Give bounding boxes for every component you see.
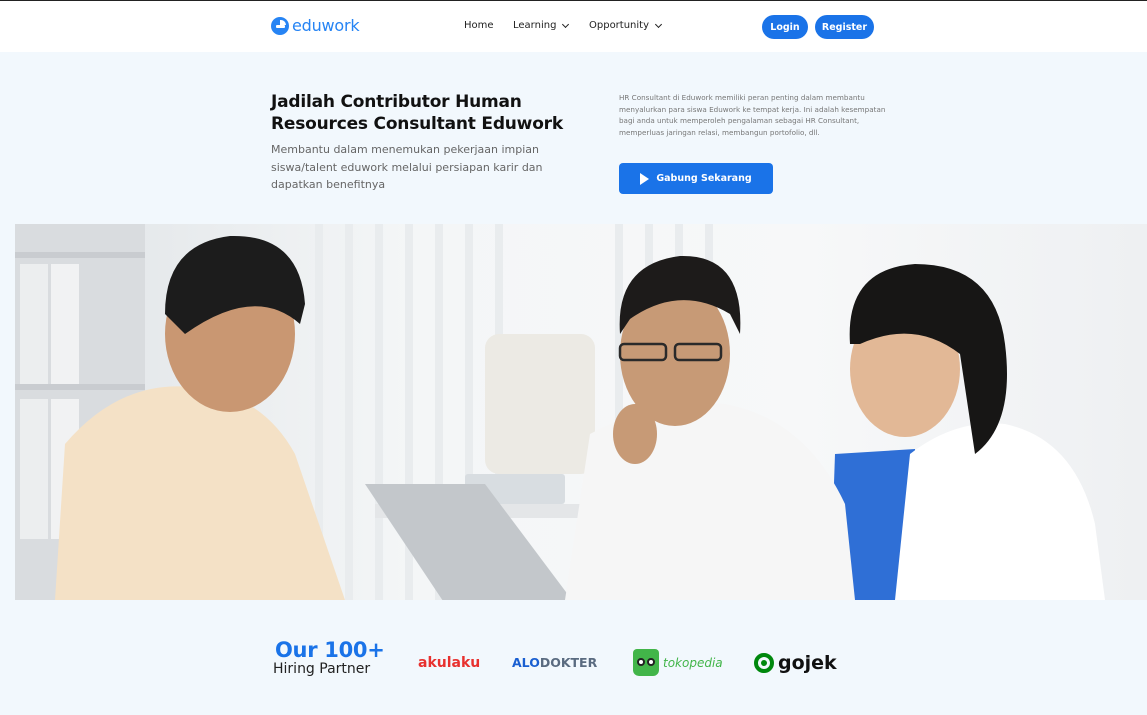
nav-home-label: Home: [464, 20, 494, 31]
tokopedia-wordmark: tokopedia: [663, 655, 723, 670]
partner-count: Our 100+: [275, 638, 385, 662]
alodokter-wordmark-a: ALO: [512, 655, 540, 670]
alodokter-logo: ALODOKTER: [512, 655, 597, 670]
chevron-down-icon: [562, 20, 570, 28]
logo-text: eduwork: [292, 16, 360, 35]
gojek-wordmark: gojek: [778, 652, 837, 674]
hero-photo: [15, 224, 1147, 600]
join-now-label: Gabung Sekarang: [656, 173, 752, 184]
nav-home[interactable]: Home: [464, 20, 494, 31]
nav-learning-label: Learning: [513, 20, 557, 31]
tokopedia-bag-icon: [633, 649, 659, 676]
partner-label: Hiring Partner: [273, 661, 371, 677]
login-button[interactable]: Login: [762, 15, 808, 39]
chevron-down-icon: [654, 20, 663, 28]
office-meeting-illustration: [15, 224, 1147, 600]
hero-description: HR Consultant di Eduwork memiliki peran …: [619, 93, 886, 138]
register-button[interactable]: Register: [815, 15, 874, 39]
akulaku-logo: akulaku: [418, 655, 480, 671]
gojek-icon: [754, 653, 774, 673]
akulaku-wordmark: akulaku: [418, 655, 481, 671]
top-navbar: eduwork Home Learning Opportunity Login …: [0, 0, 1147, 52]
alodokter-wordmark-b: DOKTER: [539, 655, 598, 670]
eduwork-logo-icon: [271, 16, 289, 35]
nav-opportunity-label: Opportunity: [589, 20, 650, 31]
nav-learning[interactable]: Learning: [513, 20, 570, 31]
tokopedia-logo: tokopedia: [633, 649, 723, 676]
gojek-logo: gojek: [754, 652, 837, 674]
play-icon: [640, 172, 650, 185]
eduwork-logo[interactable]: eduwork: [271, 16, 360, 35]
hero-subtitle: Membantu dalam menemukan pekerjaan impia…: [271, 143, 543, 191]
nav-opportunity[interactable]: Opportunity: [589, 20, 663, 31]
hero-title: Jadilah Contributor Human Resources Cons…: [271, 92, 563, 134]
join-now-button[interactable]: Gabung Sekarang: [619, 163, 773, 194]
